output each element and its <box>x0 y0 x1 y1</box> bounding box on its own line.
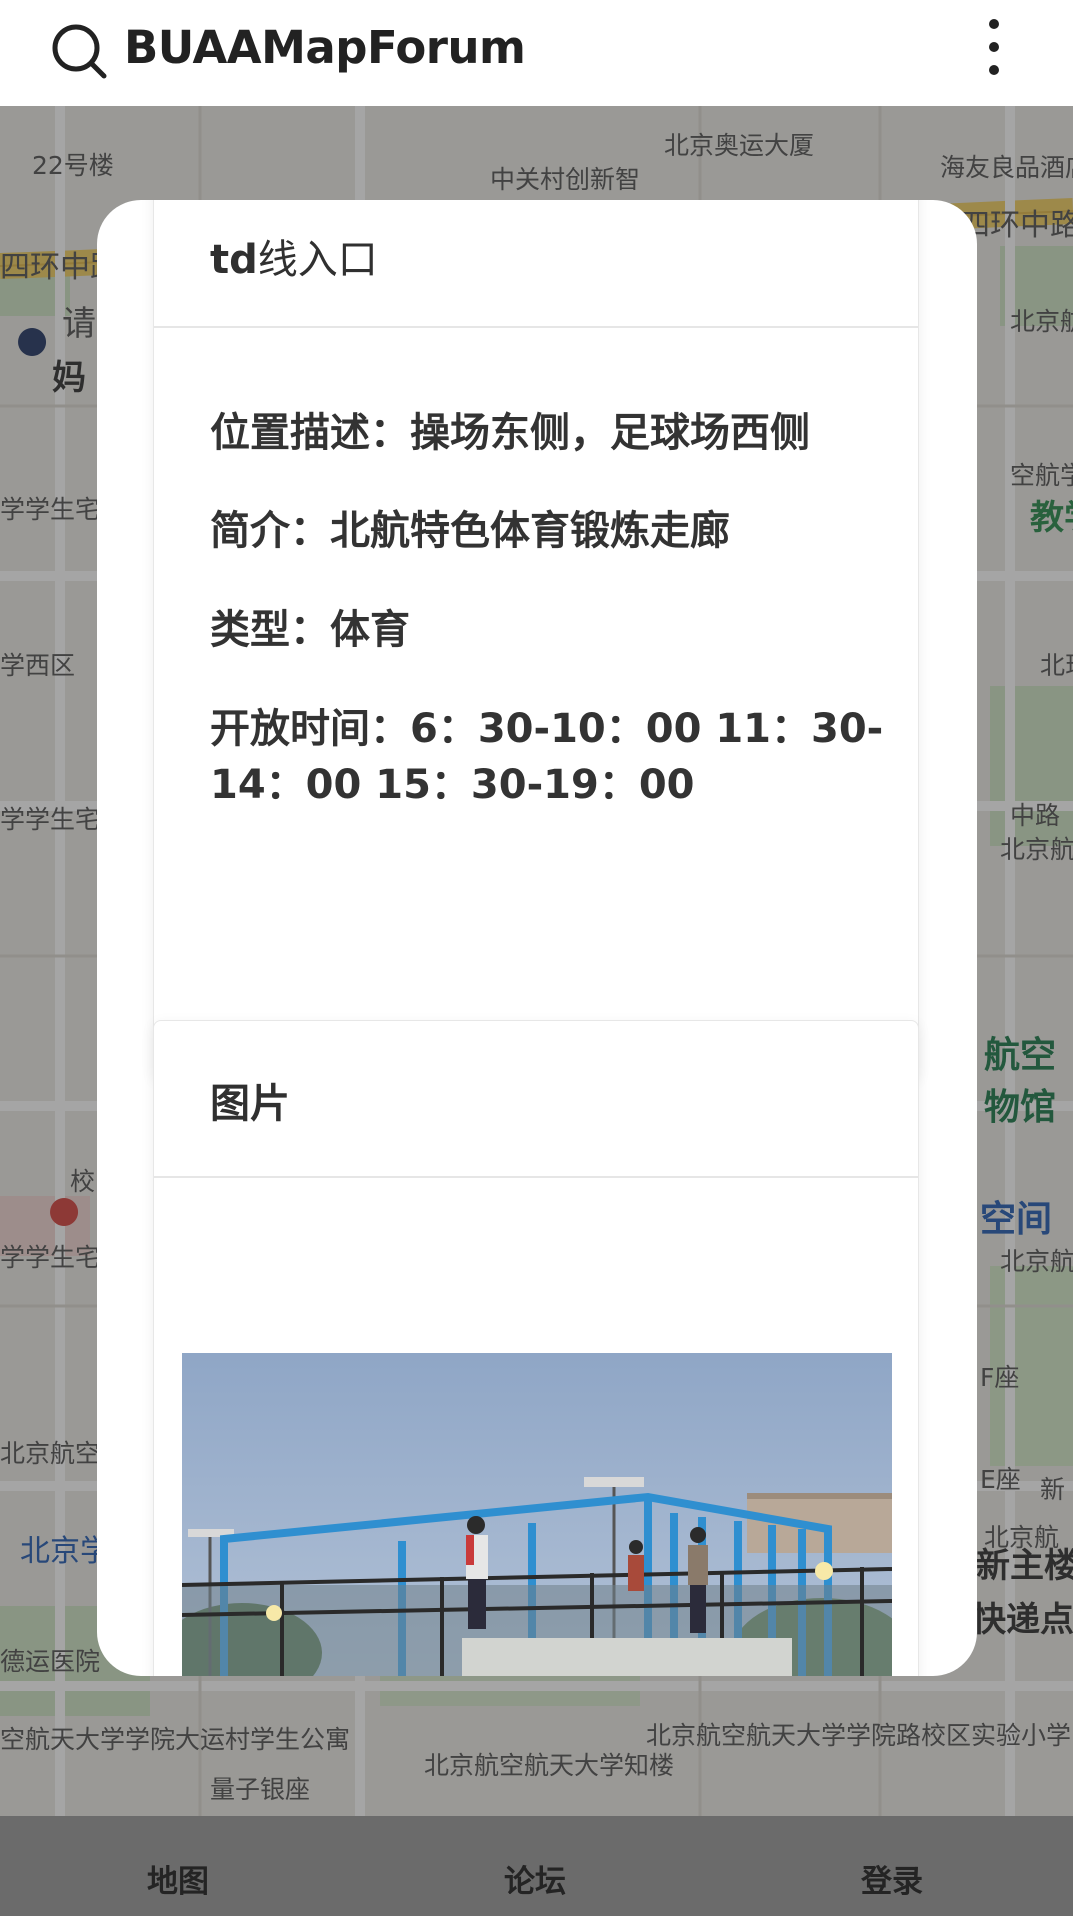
opening-hours: 开放时间：6：30-10：00 11：30-14：00 15：30-19：00 <box>210 706 884 808</box>
place-title: td线入口 <box>210 237 378 283</box>
app-title: BUAAMapForum <box>124 21 526 74</box>
location-description: 位置描述：操场东侧，足球场西侧 <box>210 410 810 456</box>
top-app-bar: BUAAMapForum <box>0 0 1073 106</box>
place-detail-modal: td线入口 位置描述：操场东侧，足球场西侧 简介：北航特色体育锻炼走廊 类型：体… <box>97 200 977 1676</box>
search-icon[interactable] <box>50 22 108 80</box>
place-info-header: td线入口 <box>154 200 918 328</box>
place-intro: 简介：北航特色体育锻炼走廊 <box>210 508 730 554</box>
pictures-header: 图片 <box>154 1021 918 1178</box>
pictures-title: 图片 <box>210 1081 290 1127</box>
place-info-card: td线入口 位置描述：操场东侧，足球场西侧 简介：北航特色体育锻炼走廊 类型：体… <box>153 200 919 1078</box>
more-vertical-icon[interactable] <box>976 16 1012 82</box>
place-photo-image <box>182 1353 892 1676</box>
place-type: 类型：体育 <box>210 607 410 653</box>
pictures-card: 图片 <box>153 1020 919 1676</box>
place-photo[interactable] <box>182 1353 892 1676</box>
